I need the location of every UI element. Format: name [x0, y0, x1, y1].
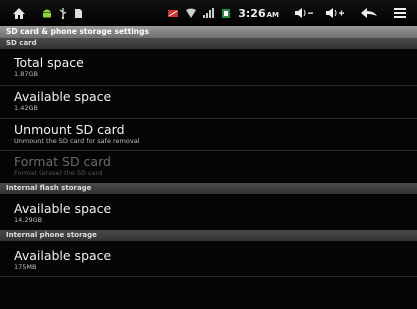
item-summary: Format (erase) the SD card — [14, 169, 103, 177]
back-icon[interactable] — [360, 7, 378, 19]
item-summary: 1.87GB — [14, 70, 38, 78]
signal-icon — [203, 7, 215, 19]
list-item-available-space-phone[interactable]: Available space 175MB — [0, 242, 417, 277]
section-header-sd-card: SD card — [0, 38, 417, 49]
clock: 3:26AM — [238, 7, 279, 20]
android-icon — [42, 7, 52, 19]
item-summary: 175MB — [14, 263, 37, 271]
item-title: Format SD card — [14, 154, 111, 169]
clock-ampm: AM — [266, 10, 279, 19]
sd-card-icon — [74, 8, 83, 19]
status-bar: 3:26AM — [0, 0, 417, 26]
wifi-icon — [186, 7, 197, 19]
volume-up-icon[interactable] — [325, 7, 345, 19]
list-item-available-space-flash[interactable]: Available space 14.29GB — [0, 195, 417, 229]
list-item-available-space-sd[interactable]: Available space 1.42GB — [0, 86, 417, 119]
item-title: Total space — [14, 55, 84, 70]
section-header-internal-flash: Internal flash storage — [0, 183, 417, 194]
item-title: Available space — [14, 201, 112, 216]
usb-icon — [58, 7, 68, 19]
home-icon[interactable] — [12, 7, 26, 20]
list-item-total-space[interactable]: Total space 1.87GB — [0, 50, 417, 86]
item-title: Available space — [14, 89, 112, 104]
menu-icon[interactable] — [393, 7, 407, 19]
item-summary: Unmount the SD card for safe removal — [14, 137, 140, 145]
battery-icon — [221, 7, 231, 19]
item-title: Available space — [14, 248, 112, 263]
item-title: Unmount SD card — [14, 122, 125, 137]
format-sd-card-item: Format SD card Format (erase) the SD car… — [0, 151, 417, 182]
section-header-internal-phone: Internal phone storage — [0, 230, 417, 241]
volume-down-icon[interactable] — [294, 7, 314, 19]
screen-title: SD card & phone storage settings — [0, 26, 417, 38]
item-summary: 14.29GB — [14, 216, 43, 224]
no-signal-icon — [167, 7, 179, 19]
item-summary: 1.42GB — [14, 104, 38, 112]
unmount-sd-card-item[interactable]: Unmount SD card Unmount the SD card for … — [0, 119, 417, 151]
clock-time: 3:26 — [238, 6, 266, 20]
